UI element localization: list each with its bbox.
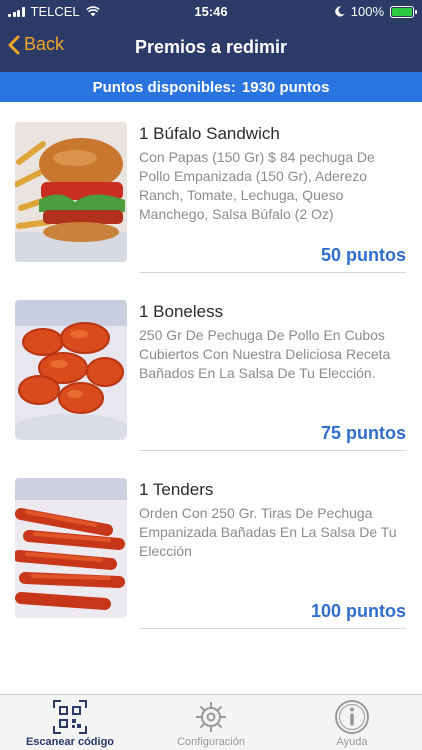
status-right: 100%	[334, 4, 417, 19]
back-button[interactable]: Back	[8, 34, 64, 55]
battery-percent: 100%	[350, 4, 384, 19]
info-icon	[335, 700, 369, 734]
reward-price: 50 puntos	[320, 245, 406, 265]
battery-icon	[390, 5, 417, 18]
moon-icon	[334, 6, 345, 17]
reward-item[interactable]: 1 Tenders Orden Con 250 Gr. Tiras De Pec…	[0, 458, 422, 636]
reward-price: 75 puntos	[320, 423, 406, 443]
divider	[139, 628, 406, 629]
reward-name: 1 Boneless	[139, 302, 224, 321]
points-banner: Puntos disponibles: 1930 puntos	[0, 72, 422, 102]
navigation-bar: Back Premios a redimir	[0, 24, 422, 72]
qr-code-icon	[53, 700, 87, 734]
tab-scan-code[interactable]: Escanear código	[0, 695, 140, 750]
reward-item[interactable]: 1 Boneless 250 Gr De Pechuga De Pollo En…	[0, 280, 422, 458]
tab-help[interactable]: Ayuda	[282, 695, 422, 750]
points-value: 1930 puntos	[241, 78, 330, 96]
tenders-photo	[15, 478, 127, 618]
reward-name: 1 Búfalo Sandwich	[139, 124, 280, 143]
tab-bar: Escanear código Configuración Ayuda	[0, 694, 422, 750]
back-label: Back	[24, 34, 65, 54]
reward-name: 1 Tenders	[139, 480, 214, 499]
boneless-photo	[15, 300, 127, 440]
divider	[139, 450, 406, 451]
tab-label: Configuración	[177, 736, 245, 748]
gear-icon	[196, 702, 226, 732]
rewards-list: 1 Búfalo Sandwich Con Papas (150 Gr) $ 8…	[0, 102, 422, 636]
reward-item[interactable]: 1 Búfalo Sandwich Con Papas (150 Gr) $ 8…	[0, 102, 422, 280]
tab-label: Ayuda	[336, 736, 368, 748]
status-bar: TELCEL 15:46 100%	[0, 0, 422, 24]
reward-description: 250 Gr De Pechuga De Pollo En Cubos Cubi…	[139, 327, 391, 381]
reward-description: Orden Con 250 Gr. Tiras De Pechuga Empan…	[139, 505, 397, 559]
divider	[139, 272, 406, 273]
chevron-left-icon	[8, 35, 20, 54]
tab-label: Escanear código	[25, 736, 115, 748]
sandwich-photo	[15, 122, 127, 262]
points-label: Puntos disponibles:	[92, 78, 236, 96]
reward-price: 100 puntos	[310, 601, 406, 621]
reward-description: Con Papas (150 Gr) $ 84 pechuga De Pollo…	[139, 149, 375, 222]
tab-settings[interactable]: Configuración	[141, 695, 281, 750]
